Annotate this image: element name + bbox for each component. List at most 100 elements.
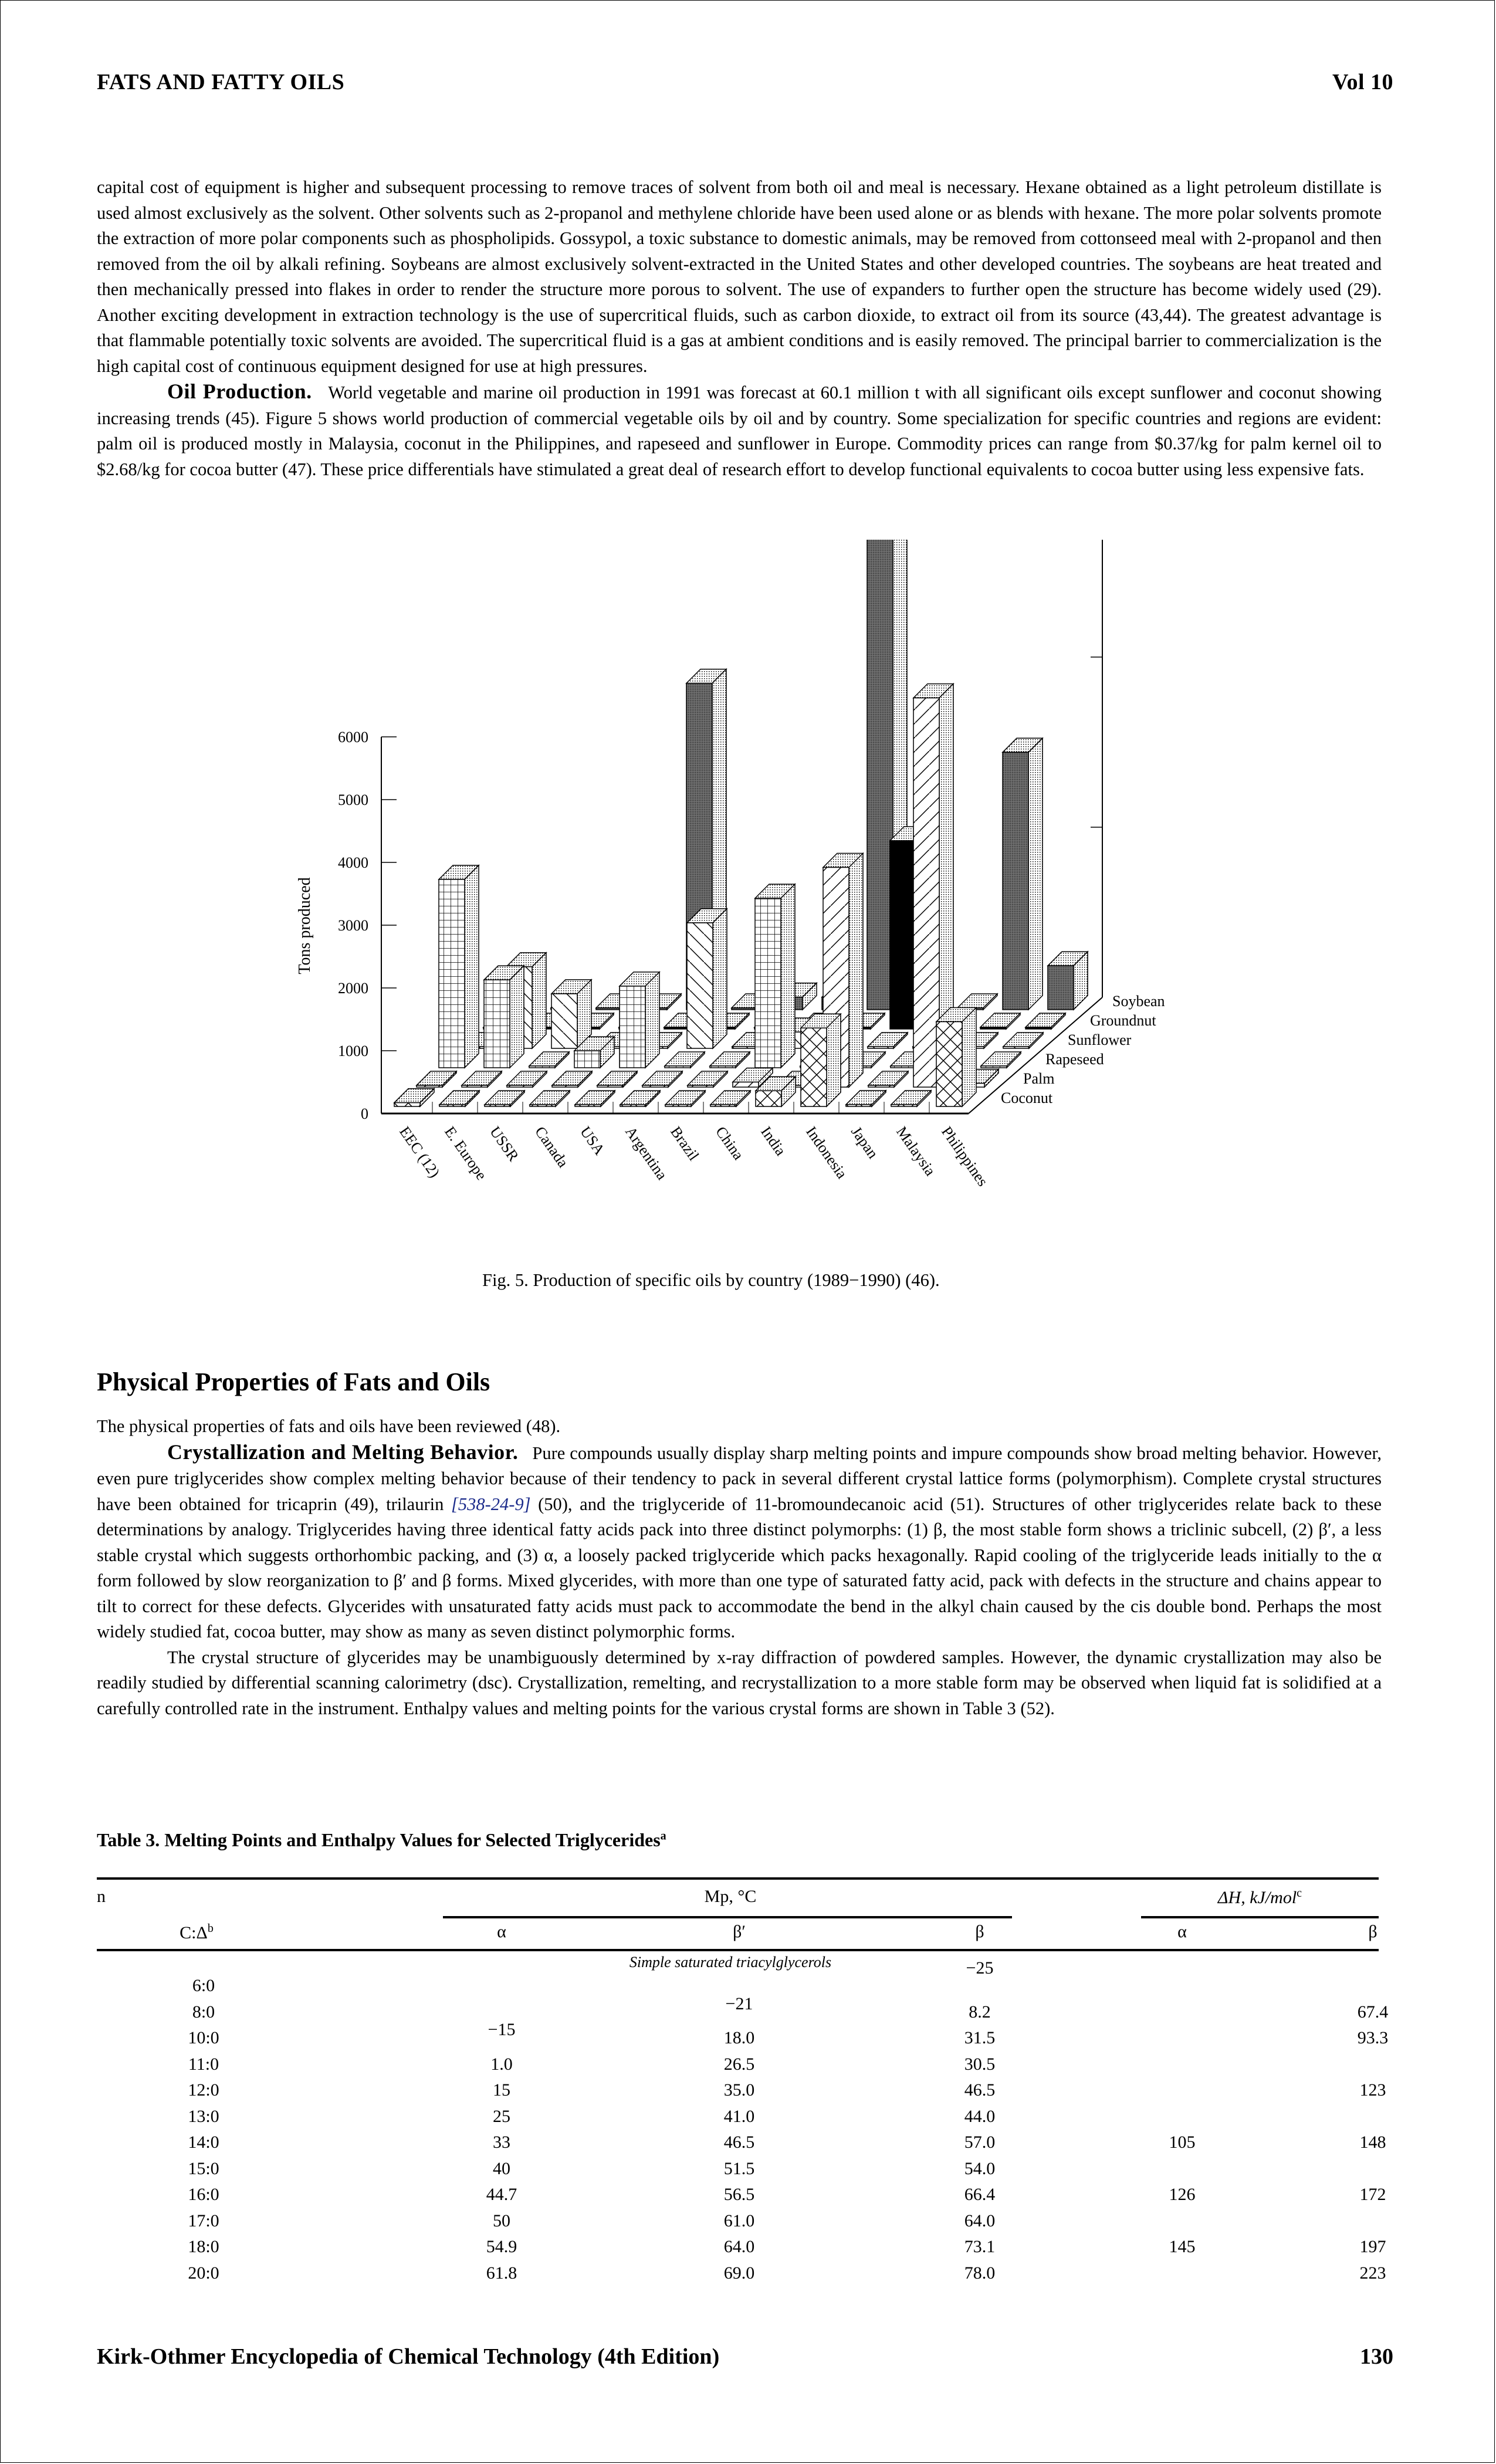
table-subheader-3: α <box>1177 1922 1187 1941</box>
table-cell-value: 197 <box>1359 2237 1386 2256</box>
bar-front-face <box>529 1065 556 1068</box>
bar-front-face <box>732 1081 759 1088</box>
bar-coconut-4 <box>574 1089 616 1108</box>
footer-publication: Kirk-Othmer Encyclopedia of Chemical Tec… <box>97 2344 720 2369</box>
bar-front-face <box>416 1085 443 1088</box>
runin-heading-oil-production: Oil Production. <box>167 380 312 403</box>
table-dh-rule <box>1141 1916 1379 1918</box>
table-cell-value: 69.0 <box>723 2263 755 2283</box>
bar-front-face <box>1003 1046 1030 1049</box>
bar-rapeseed-12 <box>980 1051 1022 1069</box>
bar-front-face <box>595 1007 622 1010</box>
table-cell-composition: 14:0 <box>188 2133 219 2152</box>
bar-side-face <box>509 964 524 1069</box>
bar-front-face <box>551 1085 578 1088</box>
table-cell-value: 64.0 <box>723 2237 755 2256</box>
table-group-header-mp: Mp, °C <box>704 1887 757 1906</box>
bar-sunflower-2 <box>550 979 593 1050</box>
chart-bars <box>393 540 1089 1108</box>
legend-label: Coconut <box>1001 1089 1053 1106</box>
figure-5-chart: 0 1000 2000 3000 4000 5000 6000 Tons produced EE… <box>296 540 1165 1189</box>
bar-front-face <box>394 1102 421 1107</box>
y-axis-label: Tons produced <box>296 877 314 974</box>
bar-front-face <box>709 1065 736 1068</box>
bar-front-face <box>710 1104 737 1107</box>
y-tick-label: 4000 <box>338 854 368 871</box>
bar-front-face <box>620 1104 647 1107</box>
bar-rapeseed-0 <box>438 864 480 1069</box>
bar-coconut-3 <box>529 1089 571 1108</box>
bar-front-face <box>438 879 465 1068</box>
y-tick-label: 3000 <box>338 917 368 934</box>
table-cell-value: 57.0 <box>964 2133 996 2152</box>
table-cell-value: 1.0 <box>490 2054 513 2074</box>
bar-side-face <box>464 864 479 1069</box>
bar-coconut-11 <box>890 1089 932 1108</box>
table-cell-value: 33 <box>493 2133 510 2152</box>
bar-palm-0 <box>415 1070 458 1088</box>
table-cell-value: 172 <box>1359 2185 1386 2204</box>
table-cell-value: 25 <box>493 2106 510 2126</box>
table-cell-value: 40 <box>493 2158 510 2178</box>
y-tick-label: 1000 <box>338 1043 368 1060</box>
bar-coconut-7 <box>709 1089 752 1108</box>
bar-front-face <box>1047 965 1074 1010</box>
table-cell-composition: 15:0 <box>188 2158 219 2178</box>
table-header-c-delta-note: b <box>207 1922 214 1935</box>
table-cell-value: 26.5 <box>723 2054 755 2074</box>
bar-front-face <box>980 1027 1007 1030</box>
table-cell-value: 93.3 <box>1357 2028 1389 2047</box>
bar-front-face <box>461 1085 488 1088</box>
bar-front-face <box>980 1065 1007 1068</box>
bar-front-face <box>868 1085 895 1088</box>
bar-front-face <box>732 1046 759 1049</box>
table-title-footnote-mark: a <box>660 1829 666 1843</box>
bar-coconut-12 <box>935 1006 977 1108</box>
table-cell-value: 66.4 <box>964 2185 996 2204</box>
bar-front-face <box>664 1065 691 1068</box>
y-tick-label: 6000 <box>338 729 368 746</box>
table-group-header-dh-text: ΔH, kJ/mol <box>1217 1888 1297 1907</box>
table-cell-value: 18.0 <box>723 2028 755 2047</box>
footer-page-number: 130 <box>1360 2344 1393 2369</box>
table-mp-rule <box>443 1916 1012 1918</box>
bar-side-face <box>962 1006 977 1108</box>
table-cell-value: 223 <box>1359 2263 1386 2283</box>
table-cell-value: 44.7 <box>486 2185 517 2204</box>
running-header-volume: Vol 10 <box>1332 70 1393 94</box>
bar-front-face <box>731 1007 758 1010</box>
bar-front-face <box>597 1085 624 1088</box>
cas-registry-link[interactable]: [538-24-9] <box>451 1494 531 1514</box>
bar-front-face <box>1002 752 1029 1010</box>
table-cell-composition: 11:0 <box>188 2054 219 2074</box>
paragraph-extraction: capital cost of equipment is higher and … <box>97 177 1382 376</box>
paragraph-oil-production: Oil Production. World vegetable and mari… <box>97 379 1382 482</box>
x-tick-label: Argentina <box>622 1123 671 1183</box>
table-cell-value: 54.9 <box>486 2237 517 2256</box>
bar-side-face <box>532 952 547 1050</box>
x-tick-label: Indonesia <box>803 1123 851 1182</box>
y-tick-label: 5000 <box>338 791 368 808</box>
bar-front-face <box>867 1046 894 1049</box>
x-tick-label: India <box>757 1123 790 1159</box>
bar-coconut-10 <box>845 1089 887 1108</box>
bar-rapeseed-6 <box>709 1051 751 1069</box>
table-cell-value: 126 <box>1169 2185 1196 2204</box>
bar-sunflower-5 <box>686 908 728 1050</box>
table-cell-value: 105 <box>1169 2133 1196 2152</box>
table-cell-composition: 17:0 <box>188 2211 219 2231</box>
bar-front-face <box>754 898 781 1068</box>
body-section-physical: The physical properties of fats and oils… <box>97 1414 1382 1721</box>
bar-side-face <box>848 852 864 1088</box>
table-cell-value: 64.0 <box>964 2211 996 2231</box>
bar-front-face <box>642 1085 669 1088</box>
bar-front-face <box>574 1104 601 1107</box>
bar-coconut-2 <box>483 1089 526 1108</box>
bar-palm-3 <box>551 1070 593 1088</box>
bar-palm-1 <box>461 1070 503 1088</box>
bar-palm-5 <box>641 1070 683 1088</box>
paragraph-reviewed: The physical properties of fats and oils… <box>97 1416 561 1436</box>
table-cell-value: −15 <box>488 2020 516 2039</box>
paragraph-crystallization-text-b: (50), and the triglyceride of 11-bromoun… <box>97 1494 1382 1642</box>
table-cell-value: 73.1 <box>964 2237 996 2256</box>
